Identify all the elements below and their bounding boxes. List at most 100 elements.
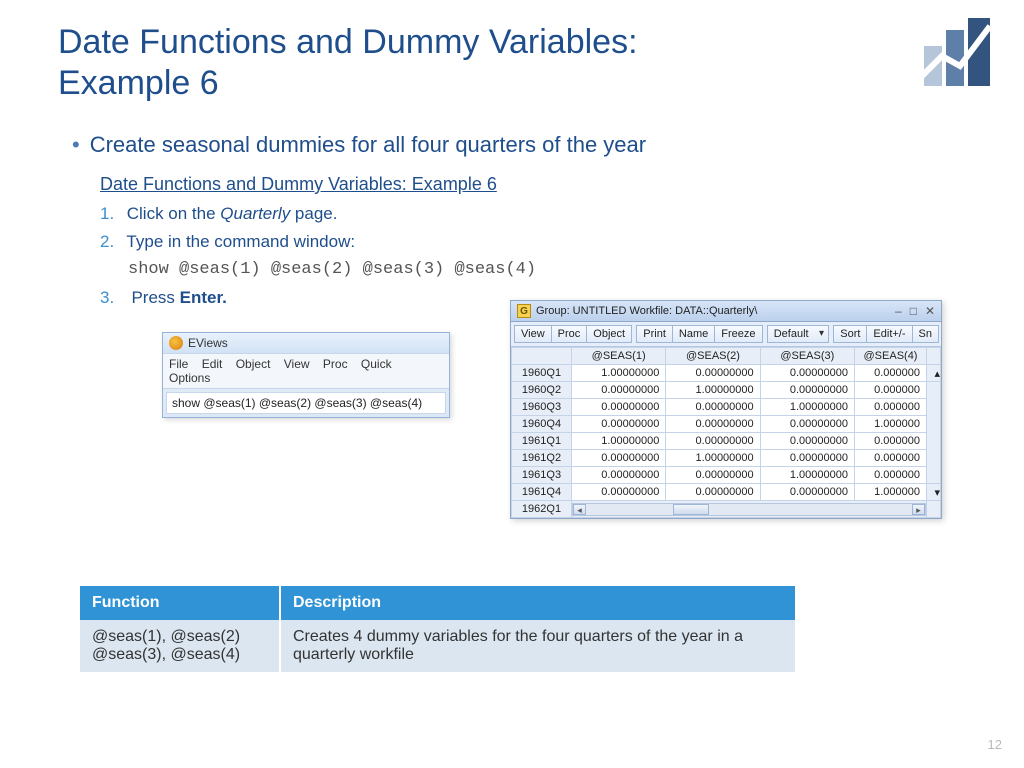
table-row: 1961Q11.000000000.000000000.000000000.00… [512, 433, 941, 450]
btn-freeze[interactable]: Freeze [714, 325, 762, 343]
group-titlebar: G Group: UNTITLED Workfile: DATA::Quarte… [511, 301, 941, 322]
cell: 1.00000000 [760, 467, 854, 484]
group-icon: G [517, 304, 531, 318]
cell: 0.00000000 [572, 484, 666, 501]
step-text: page. [290, 204, 337, 223]
fn-header-description: Description [280, 586, 795, 620]
step-1: 1. Click on the Quarterly page. [100, 200, 536, 228]
step-text: Click on the [127, 204, 221, 223]
menu-proc[interactable]: Proc [323, 357, 348, 371]
eviews-app-title: EViews [188, 336, 228, 350]
table-row: 1961Q20.000000001.000000000.000000000.00… [512, 450, 941, 467]
col-seas1: @SEAS(1) [572, 348, 666, 365]
scroll-up-button[interactable]: ▴ [927, 365, 941, 382]
cell: 0.00000000 [760, 433, 854, 450]
cell: 0.00000000 [760, 365, 854, 382]
btn-view[interactable]: View [514, 325, 552, 343]
logo-chart-icon [916, 18, 996, 90]
row-header: 1960Q4 [512, 416, 572, 433]
btn-name[interactable]: Name [672, 325, 715, 343]
row-header: 1960Q3 [512, 399, 572, 416]
data-table: @SEAS(1) @SEAS(2) @SEAS(3) @SEAS(4) 1960… [511, 347, 941, 518]
fn-header-function: Function [80, 586, 280, 620]
step-number: 3. [100, 284, 122, 312]
fn-text: @seas(3), @seas(4) [92, 646, 240, 663]
menu-object[interactable]: Object [236, 357, 271, 371]
cell: 0.00000000 [666, 416, 760, 433]
table-row: 1960Q40.000000000.000000000.000000001.00… [512, 416, 941, 433]
scroll-row: 1962Q1 ◂ ▸ [512, 501, 941, 518]
col-seas2: @SEAS(2) [666, 348, 760, 365]
btn-print[interactable]: Print [636, 325, 673, 343]
table-row: 1961Q30.000000000.000000001.000000000.00… [512, 467, 941, 484]
scroll-thumb[interactable] [673, 504, 709, 515]
eviews-titlebar: EViews [163, 333, 449, 353]
scroll-left-button[interactable]: ◂ [573, 504, 586, 515]
eviews-app-icon [169, 336, 183, 350]
step-text-bold: Enter. [180, 288, 227, 307]
cell: 1.00000000 [572, 365, 666, 382]
row-header: 1961Q1 [512, 433, 572, 450]
cell: 0.00000000 [572, 450, 666, 467]
scroll-right-button[interactable]: ▸ [912, 504, 925, 515]
btn-proc[interactable]: Proc [551, 325, 588, 343]
cell: 0.00000000 [572, 467, 666, 484]
section-subtitle-link: Date Functions and Dummy Variables: Exam… [100, 174, 497, 195]
btn-edit[interactable]: Edit+/- [866, 325, 912, 343]
cell: 0.00000000 [666, 467, 760, 484]
step-text: Press [131, 288, 179, 307]
cell: 0.00000000 [572, 399, 666, 416]
menu-view[interactable]: View [284, 357, 310, 371]
vertical-scrollbar[interactable] [927, 382, 941, 484]
col-seas4: @SEAS(4) [855, 348, 927, 365]
col-seas3: @SEAS(3) [760, 348, 854, 365]
slide-title: Date Functions and Dummy Variables: Exam… [58, 22, 758, 104]
horizontal-scrollbar[interactable]: ◂ ▸ [572, 503, 926, 516]
function-table: Function Description @seas(1), @seas(2) … [80, 586, 795, 672]
eviews-window: EViews File Edit Object View Proc Quick … [162, 332, 450, 418]
cell: 0.00000000 [666, 365, 760, 382]
group-toolbar: View Proc Object Print Name Freeze Defau… [511, 322, 941, 347]
cell: 1.00000000 [666, 450, 760, 467]
cell: 0.000000 [855, 450, 927, 467]
minimize-button[interactable]: – [895, 304, 902, 318]
row-header: 1962Q1 [512, 501, 572, 518]
menu-edit[interactable]: Edit [202, 357, 223, 371]
step-number: 2. [100, 228, 122, 256]
fn-cell-function: @seas(1), @seas(2) @seas(3), @seas(4) [80, 620, 280, 672]
code-line: show @seas(1) @seas(2) @seas(3) @seas(4) [128, 256, 536, 284]
step-3: 3. Press Enter. [100, 284, 536, 312]
cell: 1.000000 [855, 416, 927, 433]
cell: 0.00000000 [666, 484, 760, 501]
cell: 1.000000 [855, 484, 927, 501]
cell: 1.00000000 [666, 382, 760, 399]
row-header: 1961Q4 [512, 484, 572, 501]
row-header: 1961Q3 [512, 467, 572, 484]
step-number: 1. [100, 200, 122, 228]
table-row: 1960Q11.000000000.000000000.000000000.00… [512, 365, 941, 382]
step-text-italic: Quarterly [220, 204, 290, 223]
table-row: 1961Q40.000000000.000000000.000000001.00… [512, 484, 941, 501]
menu-options[interactable]: Options [169, 371, 210, 385]
row-header: 1960Q1 [512, 365, 572, 382]
menu-file[interactable]: File [169, 357, 188, 371]
cell: 0.00000000 [760, 450, 854, 467]
step-text: Type in the command window: [126, 232, 355, 251]
btn-sn[interactable]: Sn [912, 325, 939, 343]
menu-quick[interactable]: Quick [361, 357, 392, 371]
cell: 0.000000 [855, 365, 927, 382]
close-button[interactable]: ✕ [925, 304, 935, 318]
btn-sort[interactable]: Sort [833, 325, 867, 343]
maximize-button[interactable]: □ [910, 304, 917, 318]
steps-list: 1. Click on the Quarterly page. 2. Type … [100, 200, 536, 312]
cell: 0.00000000 [760, 382, 854, 399]
scroll-down-button[interactable]: ▾ [927, 484, 941, 501]
cell: 0.00000000 [572, 416, 666, 433]
cell: 0.00000000 [666, 433, 760, 450]
command-input[interactable]: show @seas(1) @seas(2) @seas(3) @seas(4) [166, 392, 446, 414]
cell: 0.00000000 [666, 399, 760, 416]
row-header: 1961Q2 [512, 450, 572, 467]
dropdown-default[interactable]: Default [767, 325, 829, 343]
cell: 0.00000000 [760, 484, 854, 501]
btn-object[interactable]: Object [586, 325, 632, 343]
